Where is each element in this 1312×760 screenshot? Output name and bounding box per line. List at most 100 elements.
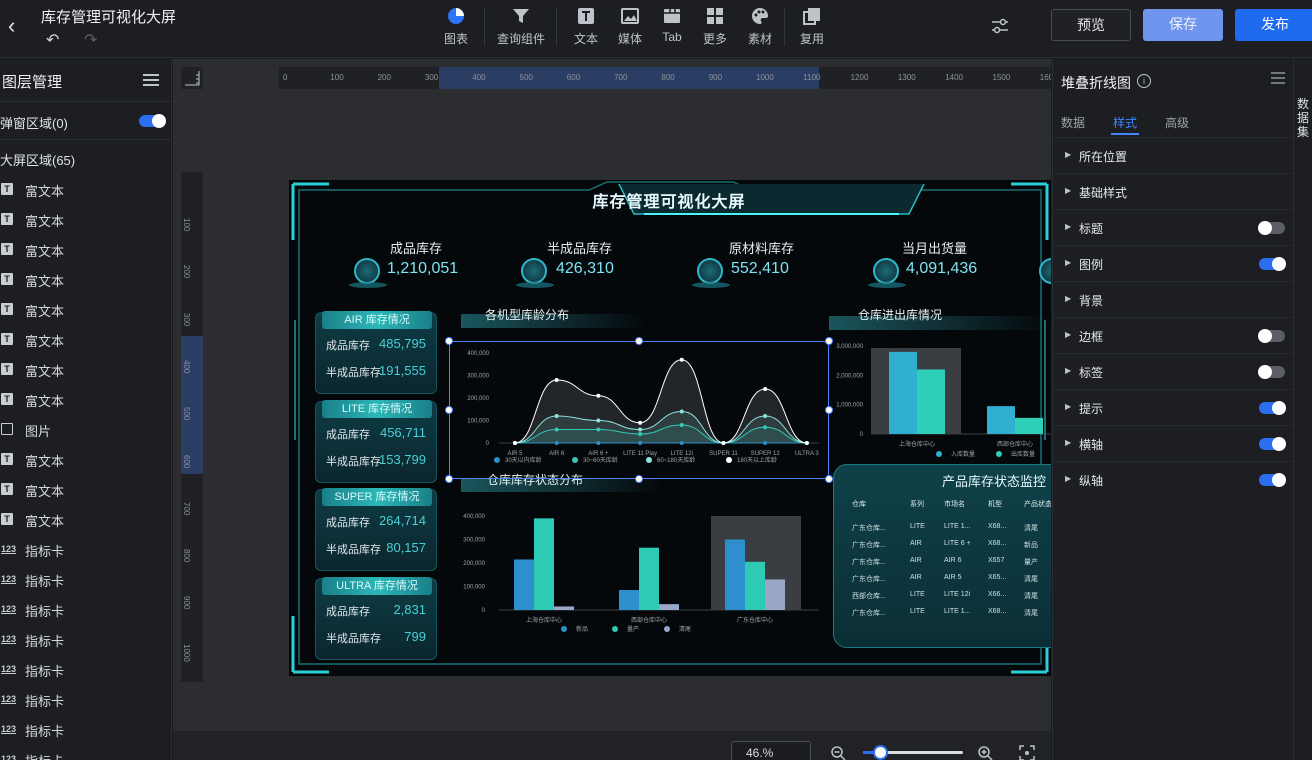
expand-arrow-icon[interactable]: ▶ [1065, 438, 1071, 447]
menu-icon[interactable] [143, 74, 159, 86]
rich-text-icon: T [1, 183, 13, 195]
tab-data[interactable]: 数据 [1061, 114, 1085, 131]
zoom-input[interactable]: 46.% [731, 741, 811, 760]
save-button[interactable]: 保存 [1143, 9, 1223, 41]
horizontal-ruler[interactable]: 0 100 200 300 400 500 600 700 800 900 1000 1100 1200… [279, 67, 1051, 89]
property-section[interactable]: ▶ 纵轴 [1053, 461, 1293, 497]
toolbar-material[interactable]: 素材 [735, 6, 785, 47]
property-section[interactable]: ▶ 基础样式 [1053, 173, 1293, 209]
layer-item[interactable]: 123 指标卡 [0, 685, 171, 715]
property-toggle[interactable] [1258, 365, 1285, 379]
property-toggle[interactable] [1259, 257, 1286, 271]
card-row-label: 半成品库存 [326, 544, 381, 556]
expand-arrow-icon[interactable]: ▶ [1065, 186, 1071, 195]
dashboard-canvas[interactable]: 库存管理可视化大屏 成品库存 1,210,051 半成品库存 426,310 原… [289, 180, 1051, 676]
toolbar-query[interactable]: 查询组件 [496, 6, 546, 47]
expand-arrow-icon[interactable]: ▶ [1065, 366, 1071, 375]
property-toggle[interactable] [1259, 437, 1286, 451]
zoom-in-icon[interactable] [977, 745, 993, 760]
layer-item[interactable]: 123 指标卡 [0, 655, 171, 685]
toolbar-text[interactable]: 文本 [561, 6, 611, 47]
dataset-side-tab[interactable]: 数据集 [1293, 59, 1312, 760]
property-section[interactable]: ▶ 标签 [1053, 353, 1293, 389]
expand-arrow-icon[interactable]: ▶ [1065, 222, 1071, 231]
selection-box[interactable] [449, 341, 829, 479]
layer-item[interactable]: T 富文本 [0, 175, 171, 205]
toolbar-reuse[interactable]: 复用 [787, 6, 837, 47]
resize-handle[interactable] [445, 475, 453, 483]
property-section[interactable]: ▶ 边框 [1053, 317, 1293, 353]
preview-button[interactable]: 预览 [1051, 9, 1131, 41]
property-toggle[interactable] [1259, 473, 1286, 487]
expand-arrow-icon[interactable]: ▶ [1065, 294, 1071, 303]
layer-item[interactable]: T 富文本 [0, 235, 171, 265]
warehouse-status-chart[interactable]: 0 100,000 200,000 300,000 400,000 上海仓库中心 西部仓库中… [449, 502, 829, 652]
expand-arrow-icon[interactable]: ▶ [1065, 150, 1071, 159]
property-section[interactable]: ▶ 背景 [1053, 281, 1293, 317]
resize-handle[interactable] [635, 475, 643, 483]
layer-item[interactable]: 123 指标卡 [0, 595, 171, 625]
property-section[interactable]: ▶ 图例 [1053, 245, 1293, 281]
expand-arrow-icon[interactable]: ▶ [1065, 402, 1071, 411]
property-toggle[interactable] [1258, 221, 1285, 235]
resize-handle[interactable] [825, 475, 833, 483]
layer-item[interactable]: 123 指标卡 [0, 625, 171, 655]
toolbar-chart[interactable]: 图表 [431, 6, 481, 47]
property-toggle[interactable] [1258, 329, 1285, 343]
property-section[interactable]: ▶ 横轴 [1053, 425, 1293, 461]
kpi-pedestal [349, 282, 387, 288]
property-toggle[interactable] [1259, 401, 1286, 415]
table-cell: X657 [988, 557, 1005, 564]
layer-item[interactable]: T 富文本 [0, 385, 171, 415]
publish-button[interactable]: 发布 [1235, 9, 1312, 41]
vertical-ruler[interactable]: 100 200 300 400 500 600 700 800 900 1000 [181, 172, 203, 682]
popup-area-toggle[interactable] [139, 114, 166, 128]
tab-style[interactable]: 样式 [1113, 114, 1137, 131]
layer-item[interactable]: 123 指标卡 [0, 715, 171, 745]
expand-arrow-icon[interactable]: ▶ [1065, 474, 1071, 483]
resize-handle[interactable] [825, 337, 833, 345]
layer-item[interactable]: T 富文本 [0, 355, 171, 385]
layer-item[interactable]: T 富文本 [0, 325, 171, 355]
undo-icon[interactable]: ↶ [46, 30, 59, 50]
layer-item[interactable]: 图片 [0, 415, 171, 445]
property-section[interactable]: ▶ 标题 [1053, 209, 1293, 245]
divider [0, 139, 171, 140]
layer-item[interactable]: T 富文本 [0, 475, 171, 505]
layer-item[interactable]: 123 指标卡 [0, 745, 171, 760]
resize-handle[interactable] [445, 406, 453, 414]
menu-icon[interactable] [1271, 72, 1285, 84]
sliders-icon[interactable] [990, 16, 1010, 36]
expand-arrow-icon[interactable]: ▶ [1065, 330, 1071, 339]
property-section[interactable]: ▶ 提示 [1053, 389, 1293, 425]
kpi-label: 当月出货量 [902, 241, 968, 256]
canvas-area[interactable]: 0 100 200 300 400 500 600 700 800 900 1000 1100 1200… [173, 59, 1051, 760]
warehouse-io-chart[interactable]: 0 1,000,000 2,000,000 3,000,000 上海仓库中心 西部仓库中心… [829, 332, 1051, 462]
fit-screen-icon[interactable] [1019, 745, 1035, 760]
redo-icon[interactable]: ↷ [84, 30, 97, 50]
layer-item[interactable]: T 富文本 [0, 295, 171, 325]
table-cell: 清尾 [1024, 525, 1038, 532]
layer-item[interactable]: 123 指标卡 [0, 535, 171, 565]
layer-item[interactable]: T 富文本 [0, 265, 171, 295]
layer-item[interactable]: T 富文本 [0, 445, 171, 475]
resize-handle[interactable] [445, 337, 453, 345]
layer-item[interactable]: T 富文本 [0, 505, 171, 535]
toolbar-more[interactable]: 更多 [690, 6, 740, 47]
property-section[interactable]: ▶ 所在位置 [1053, 137, 1293, 173]
resize-handle[interactable] [635, 337, 643, 345]
layer-item[interactable]: 123 指标卡 [0, 565, 171, 595]
table-cell: LITE [910, 591, 925, 598]
expand-arrow-icon[interactable]: ▶ [1065, 258, 1071, 267]
ruler-corner-icon[interactable] [181, 67, 203, 89]
zoom-out-icon[interactable] [830, 745, 846, 760]
back-icon[interactable]: ‹ [8, 14, 26, 38]
tab-advanced[interactable]: 高级 [1165, 114, 1189, 131]
legend-label: 新品 [576, 625, 588, 633]
info-icon[interactable]: i [1137, 74, 1151, 88]
rich-text-icon: T [1, 273, 13, 285]
layer-item[interactable]: T 富文本 [0, 205, 171, 235]
zoom-slider[interactable] [863, 745, 963, 760]
resize-handle[interactable] [825, 406, 833, 414]
table-cell: 西部仓库... [852, 593, 886, 600]
